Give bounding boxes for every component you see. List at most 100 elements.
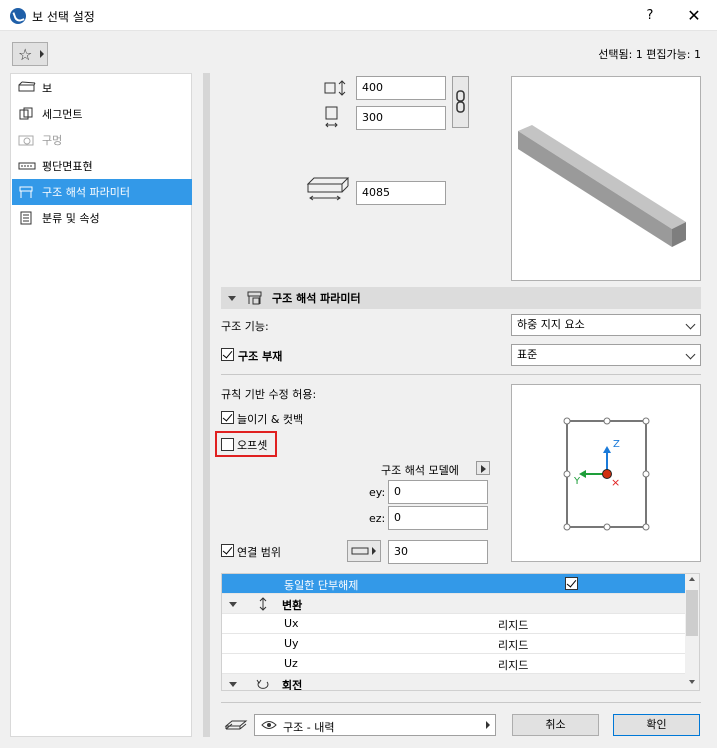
section-header-structural[interactable]: 구조 해석 파라미터 [221, 287, 701, 309]
structural-member-checkbox[interactable] [221, 348, 234, 361]
hole-icon [18, 133, 36, 147]
sidebar-item-label: 분류 및 속성 [42, 212, 100, 225]
row-name: 동일한 단부해제 [284, 579, 359, 592]
section-title: 구조 해석 파라미터 [272, 292, 361, 305]
scroll-up-icon[interactable] [689, 577, 695, 581]
layer-selector[interactable]: 구조 - 내력 [254, 714, 496, 736]
cancel-button[interactable]: 취소 [512, 714, 599, 736]
rotation-icon [255, 676, 271, 690]
sidebar-item-label: 평단면표현 [42, 160, 93, 173]
analytical-model-arrow-button[interactable] [476, 461, 490, 475]
ey-field[interactable]: 0 [388, 480, 488, 504]
panel-scrollbar[interactable] [203, 73, 210, 737]
row-value: 리지드 [498, 619, 529, 632]
extend-trim-label: 늘이기 & 컷백 [237, 413, 304, 426]
connection-range-field[interactable]: 30 [388, 540, 488, 564]
sidebar-item-label: 구조 해석 파라미터 [42, 186, 130, 199]
rule-based-label: 규칙 기반 수정 허용: [221, 388, 317, 401]
z-axis-label: Z [613, 439, 620, 450]
structural-function-label: 구조 기능: [221, 320, 269, 333]
sidebar: 보 세그먼트 구멍 평단면표현 구조 해석 파라미터 분류 및 속성 [10, 73, 192, 737]
scroll-down-icon[interactable] [689, 680, 695, 684]
chevron-down-icon [685, 319, 696, 330]
sidebar-item-label: 세그먼트 [42, 108, 83, 121]
width-field[interactable]: 300 [356, 106, 446, 130]
window-title: 보 선택 설정 [32, 10, 95, 24]
sidebar-item-beam[interactable]: 보 [12, 75, 192, 101]
width-icon [324, 106, 342, 130]
ez-label: ez: [369, 512, 386, 525]
offset-label: 오프셋 [237, 439, 268, 452]
table-row[interactable]: 동일한 단부해제 [222, 574, 686, 594]
selection-info: 선택됨: 1 편집가능: 1 [598, 48, 701, 61]
collapse-icon [228, 295, 236, 301]
sidebar-item-structural[interactable]: 구조 해석 파라미터 [12, 179, 192, 205]
sidebar-item-classification[interactable]: 분류 및 속성 [12, 205, 192, 231]
length-icon [306, 176, 350, 202]
table-group-row[interactable]: 회전 [222, 674, 686, 691]
app-logo-icon [10, 8, 26, 24]
structural-function-value: 하중 지지 요소 [517, 318, 585, 331]
collapse-icon [229, 602, 237, 607]
x-axis-label: × [611, 476, 621, 489]
offset-checkbox[interactable] [221, 438, 234, 451]
extend-trim-checkbox[interactable] [221, 411, 234, 424]
beam-icon [18, 81, 36, 95]
structural-icon [18, 185, 36, 199]
collapse-icon [229, 682, 237, 687]
title-bar [0, 0, 717, 31]
sidebar-item-label: 보 [42, 82, 53, 95]
favorites-button[interactable]: ☆ [12, 42, 48, 66]
beam-3d-preview [511, 76, 701, 281]
structural-member-value: 표준 [517, 348, 538, 361]
sidebar-item-segment[interactable]: 세그먼트 [12, 101, 192, 127]
sidebar-item-floor-plan[interactable]: 평단면표현 [12, 153, 192, 179]
release-table: 동일한 단부해제 변환 Ux 리지드 Uy 리지드 Uz 리지드 회전 [221, 573, 700, 691]
link-dimensions-button[interactable] [452, 76, 469, 128]
row-name: 회전 [282, 679, 303, 691]
row-name: Ux [284, 617, 299, 630]
table-row[interactable]: Uz 리지드 [222, 654, 686, 674]
layers-icon [222, 716, 248, 734]
analytical-model-label: 구조 해석 모델에 [381, 464, 459, 477]
connection-range-label: 연결 범위 [237, 546, 281, 559]
close-button[interactable]: ✕ [676, 4, 712, 28]
connection-range-checkbox[interactable] [221, 544, 234, 557]
floor-plan-icon [18, 159, 36, 173]
document-icon [18, 211, 36, 225]
beam-end-icon [351, 547, 376, 555]
connection-type-button[interactable] [347, 540, 381, 562]
sidebar-item-hole[interactable]: 구멍 [12, 127, 192, 153]
y-axis-label: Y [574, 476, 581, 487]
table-group-row[interactable]: 변환 [222, 594, 686, 614]
structural-function-dropdown[interactable]: 하중 지지 요소 [511, 314, 701, 336]
height-icon [324, 80, 348, 96]
ez-field[interactable]: 0 [388, 506, 488, 530]
row-name: Uz [284, 657, 298, 670]
row-name: Uy [284, 637, 299, 650]
layer-name: 구조 - 내력 [283, 721, 335, 734]
height-field[interactable]: 400 [356, 76, 446, 100]
ey-label: ey: [369, 486, 386, 499]
structural-icon [246, 290, 264, 306]
section-axis-preview: Z Y × [511, 384, 701, 562]
structural-member-dropdown[interactable]: 표준 [511, 344, 701, 366]
ok-button[interactable]: 확인 [613, 714, 700, 736]
arrow-right-icon [486, 721, 490, 729]
structural-member-label: 구조 부재 [238, 350, 283, 363]
star-icon: ☆ [18, 45, 33, 64]
table-row[interactable]: Uy 리지드 [222, 634, 686, 654]
table-scrollbar-thumb[interactable] [686, 590, 698, 636]
length-field[interactable]: 4085 [356, 181, 446, 205]
table-row[interactable]: Ux 리지드 [222, 614, 686, 634]
divider [221, 374, 701, 375]
help-button[interactable]: ? [630, 4, 670, 28]
sidebar-item-label: 구멍 [42, 134, 63, 147]
row-value: 리지드 [498, 639, 529, 652]
row-value: 리지드 [498, 659, 529, 672]
same-end-release-checkbox[interactable] [565, 577, 578, 590]
segment-icon [18, 107, 36, 121]
divider [221, 702, 701, 703]
chevron-down-icon [685, 349, 696, 360]
row-name: 변환 [282, 599, 303, 612]
